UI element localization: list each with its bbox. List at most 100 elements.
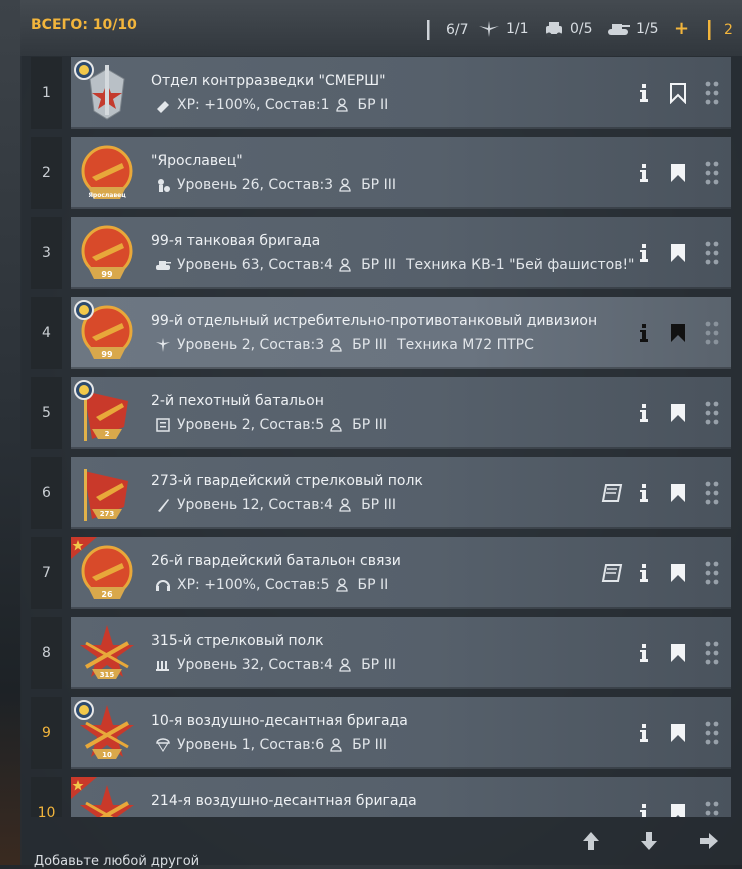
squad-card[interactable]: Отдел контрразведки "СМЕРШ" XP: +100%, Со… <box>71 57 731 129</box>
squad-title: 10-я воздушно-десантная бригада <box>151 713 408 729</box>
row-number: 10 <box>31 777 62 817</box>
drag-handle-icon <box>705 721 719 745</box>
squad-row[interactable]: 7 26 26-й гвардейский батальон связи XP: … <box>31 537 731 609</box>
row-number: 1 <box>31 57 62 129</box>
tank-count: 1/5 <box>636 21 659 37</box>
info-icon <box>640 324 648 342</box>
squad-info: XP: +100%, Состав:5 БР II <box>155 577 388 593</box>
bookmark-button[interactable] <box>667 481 689 505</box>
squad-row[interactable]: 1 Отдел контрразведки "СМЕРШ" XP: +100%, … <box>31 57 731 129</box>
drag-handle-icon <box>705 81 719 105</box>
book-button[interactable] <box>601 481 623 505</box>
squad-card[interactable]: 214-я воздушно-десантная бригада <box>71 777 731 817</box>
book-button[interactable] <box>601 561 623 585</box>
bookmark-button[interactable] <box>667 401 689 425</box>
squad-level: XP: +100%, Состав:1 <box>177 97 330 113</box>
infantry-icon <box>427 20 430 40</box>
squad-row[interactable]: 8 315 315-й стрелковый полк Уровень 32, С… <box>31 617 731 689</box>
squad-card[interactable]: 99 99-й отдельный истребительно-противот… <box>71 297 731 369</box>
drag-handle[interactable] <box>701 801 723 817</box>
drag-handle[interactable] <box>701 641 723 665</box>
move-down-button[interactable] <box>634 826 664 856</box>
info-button[interactable] <box>633 561 655 585</box>
info-icon <box>640 724 648 742</box>
add-slot-button[interactable]: + <box>674 18 689 39</box>
bookmark-button[interactable] <box>667 641 689 665</box>
info-button[interactable] <box>633 321 655 345</box>
squad-row[interactable]: 2 Ярославец "Ярославец" Уровень 26, Соста… <box>31 137 731 209</box>
drag-handle[interactable] <box>701 721 723 745</box>
row-number: 9 <box>31 697 62 769</box>
squad-level: Уровень 26, Состав:3 <box>177 177 334 193</box>
row-number: 3 <box>31 217 62 289</box>
drag-handle-icon <box>705 161 719 185</box>
squad-card[interactable]: 315 315-й стрелковый полк Уровень 32, Сос… <box>71 617 731 689</box>
squad-card[interactable]: 10 10-я воздушно-десантная бригада Уровен… <box>71 697 731 769</box>
drag-handle[interactable] <box>701 481 723 505</box>
squad-level: Уровень 2, Состав:3 <box>177 337 325 353</box>
squad-row[interactable]: 4 99 99-й отдельный истребительно-против… <box>31 297 731 369</box>
squad-title: 214-я воздушно-десантная бригада <box>151 793 417 809</box>
squad-info: Уровень 32, Состав:4 БР III <box>155 657 396 673</box>
move-right-button[interactable] <box>694 826 724 856</box>
drag-handle[interactable] <box>701 161 723 185</box>
bookmark-button[interactable] <box>667 561 689 585</box>
squad-title: "Ярославец" <box>151 153 243 169</box>
info-button[interactable] <box>633 241 655 265</box>
squad-emblem: Ярославец <box>78 143 136 203</box>
info-button[interactable] <box>633 641 655 665</box>
squad-card[interactable]: 99 99-я танковая бригада Уровень 63, Сост… <box>71 217 731 289</box>
bookmark-button[interactable] <box>667 801 689 817</box>
info-button[interactable] <box>633 801 655 817</box>
info-icon <box>640 644 648 662</box>
bookmark-button[interactable] <box>667 161 689 185</box>
move-up-button[interactable] <box>576 826 606 856</box>
bookmark-button[interactable] <box>667 241 689 265</box>
info-button[interactable] <box>633 721 655 745</box>
drag-handle[interactable] <box>701 401 723 425</box>
footer-controls <box>574 826 734 858</box>
drag-handle[interactable] <box>701 561 723 585</box>
battle-rating: БР III <box>352 737 388 753</box>
battle-rating: БР III <box>361 657 396 673</box>
squad-row[interactable]: 10 214-я воздушно-десантная бригада <box>31 777 731 817</box>
arrow-down-icon <box>641 832 657 850</box>
squad-info: Уровень 2, Состав:3 БР III Техника M72 ПТР… <box>155 337 534 353</box>
squad-card[interactable]: 2 2-й пехотный батальон Уровень 2, Состав… <box>71 377 731 449</box>
info-button[interactable] <box>633 401 655 425</box>
bookmark-button[interactable] <box>667 321 689 345</box>
squad-info: Уровень 63, Состав:4 БР III Техника КВ-1 "… <box>155 257 635 273</box>
vehicle-stat: 0/5 <box>544 20 593 38</box>
squad-level: Уровень 32, Состав:4 <box>177 657 334 673</box>
squad-info: Уровень 1, Состав:6 БР III <box>155 737 387 753</box>
squad-row[interactable]: 5 2 2-й пехотный батальон Уровень 2, Сост… <box>31 377 731 449</box>
tank-class-icon <box>156 261 171 270</box>
row-number: 2 <box>31 137 62 209</box>
info-icon <box>640 564 648 582</box>
info-button[interactable] <box>633 481 655 505</box>
person-icon <box>339 258 351 272</box>
squad-card[interactable]: 273 273-й гвардейский стрелковый полк Уро… <box>71 457 731 529</box>
person-icon <box>339 498 351 512</box>
xp-icon <box>157 101 169 113</box>
book-icon <box>601 484 623 502</box>
row-number: 4 <box>31 297 62 369</box>
person-icon <box>330 418 342 432</box>
squad-card[interactable]: Ярославец "Ярославец" Уровень 26, Состав:… <box>71 137 731 209</box>
squad-row[interactable]: 3 99 99-я танковая бригада Уровень 63, Со… <box>31 217 731 289</box>
tank-stat: 1/5 <box>606 20 659 38</box>
drag-handle-icon <box>705 321 719 345</box>
info-button[interactable] <box>633 81 655 105</box>
premium-seal-icon <box>73 59 99 81</box>
squad-card[interactable]: 26 26-й гвардейский батальон связи XP: +1… <box>71 537 731 609</box>
info-button[interactable] <box>633 161 655 185</box>
squad-row[interactable]: 6 273 273-й гвардейский стрелковый полк У… <box>31 457 731 529</box>
footer-hint: Добавьте любой другой <box>34 854 200 869</box>
squad-row[interactable]: 9 10 10-я воздушно-десантная бригада Уров… <box>31 697 731 769</box>
drag-handle[interactable] <box>701 241 723 265</box>
bookmark-button[interactable] <box>667 721 689 745</box>
drag-handle[interactable] <box>701 81 723 105</box>
bookmark-button[interactable] <box>667 81 689 105</box>
vehicle-count: 0/5 <box>570 21 593 37</box>
drag-handle[interactable] <box>701 321 723 345</box>
